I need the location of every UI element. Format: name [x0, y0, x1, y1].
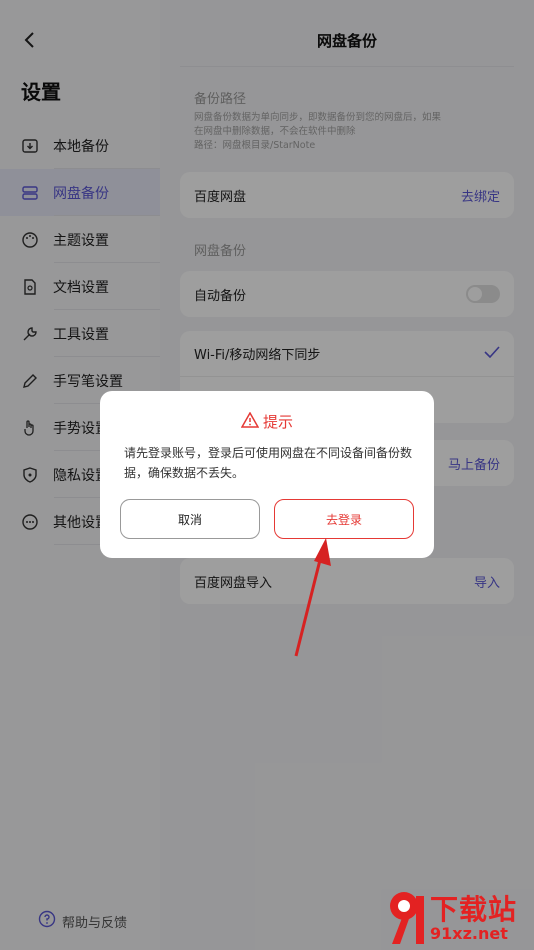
watermark: 下载站 91xz.net	[380, 886, 534, 950]
watermark-logo-icon	[390, 892, 424, 944]
watermark-text-bottom: 91xz.net	[430, 924, 508, 943]
warning-icon	[240, 410, 260, 432]
dialog-title-text: 提示	[262, 413, 293, 431]
dialog-title: 提示	[100, 410, 434, 432]
watermark-text-top: 下载站	[430, 893, 518, 926]
dialog-message: 请先登录账号，登录后可使用网盘在不同设备间备份数据，确保数据不丢失。	[124, 446, 413, 480]
cancel-button[interactable]: 取消	[120, 499, 260, 539]
login-prompt-dialog: 提示 请先登录账号，登录后可使用网盘在不同设备间备份数据，确保数据不丢失。 取消…	[100, 391, 434, 558]
login-button[interactable]: 去登录	[274, 499, 414, 539]
